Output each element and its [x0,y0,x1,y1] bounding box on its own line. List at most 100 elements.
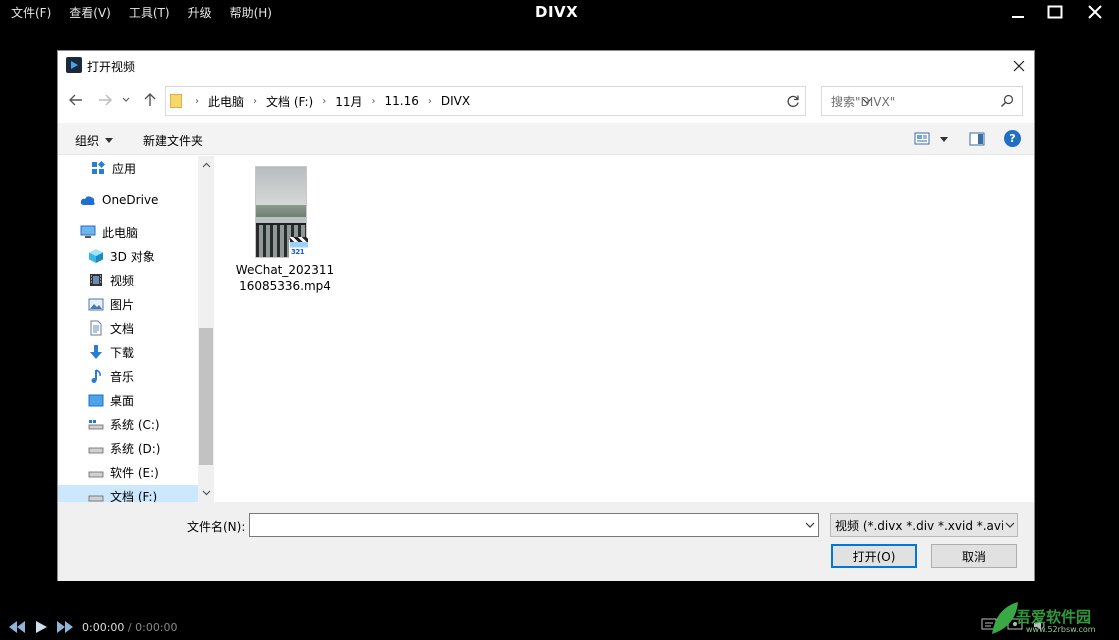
tree-item-drive-f[interactable]: 文档 (F:) [58,485,198,502]
dialog-close-button[interactable] [1008,55,1030,77]
rewind-button[interactable] [8,614,26,640]
tree-label: 应用 [112,161,137,176]
arrow-left-icon [69,94,82,106]
drive-icon [88,440,104,456]
up-button[interactable] [140,90,160,110]
menu-view[interactable]: 查看(V) [69,4,111,21]
tree-item-documents[interactable]: 文档 [88,317,134,339]
breadcrumb-this-pc[interactable]: 此电脑 [208,93,244,110]
tree-item-drive-e[interactable]: 软件 (E:) [88,461,159,483]
tree-label: 此电脑 [102,225,139,240]
preview-pane-button[interactable] [969,132,985,149]
tree-item-downloads[interactable]: 下载 [88,341,134,363]
filename-dropdown-button[interactable] [801,515,819,535]
tree-label: 下载 [110,345,135,360]
dialog-title: 打开视频 [87,60,136,74]
chevron-right-icon[interactable]: › [253,96,257,107]
chevron-right-icon[interactable]: › [195,96,199,107]
fast-forward-icon [57,621,73,633]
tree-label: 音乐 [110,369,135,384]
file-list[interactable]: 321 WeChat_20231116085336.mp4 [215,156,1034,502]
refresh-button[interactable] [781,86,806,116]
chevron-right-icon[interactable]: › [322,96,326,107]
chevron-right-icon[interactable]: › [372,96,376,107]
tree-item-drive-c[interactable]: 系统 (C:) [88,413,160,435]
scroll-thumb[interactable] [199,328,213,465]
filename-input[interactable] [249,513,819,537]
cancel-button[interactable]: 取消 [931,544,1017,568]
maximize-button[interactable] [1038,0,1072,24]
music-icon [88,368,104,384]
chevron-down-icon [202,490,210,496]
back-button[interactable] [66,90,86,110]
minimize-icon [1012,16,1024,18]
refresh-icon [787,95,799,108]
tree-item-videos[interactable]: 视频 [88,269,134,291]
tree-item-music[interactable]: 音乐 [88,365,134,387]
tree-item-desktop[interactable]: 桌面 [88,389,134,411]
file-type-select[interactable]: 视频 (*.divx *.div *.xvid *.avi * [830,513,1018,537]
tree-item-drive-d[interactable]: 系统 (D:) [88,437,160,459]
desktop-icon [88,392,104,408]
new-folder-button[interactable]: 新建文件夹 [143,132,203,149]
help-button[interactable]: ? [1004,130,1021,147]
play-icon [36,621,47,633]
tree-label: 桌面 [110,393,135,408]
document-icon [88,320,104,336]
watermark-logo: 吾爱软件园 www.52rbsw.com [990,598,1116,640]
cloud-icon [80,192,96,208]
filename-label: 文件名(N): [187,520,246,534]
cube-icon [88,248,104,264]
navigation-scrollbar[interactable] [198,156,214,502]
breadcrumb-drive-f[interactable]: 文档 (F:) [266,93,313,110]
fast-forward-button[interactable] [56,614,74,640]
open-button[interactable]: 打开(O) [831,544,917,568]
file-item[interactable]: 321 WeChat_20231116085336.mp4 [235,164,335,296]
command-bar: 组织 新建文件夹 ? [58,123,1034,155]
tree-label: 文档 (F:) [110,489,158,503]
tree-label: 软件 (E:) [110,465,159,480]
new-folder-label: 新建文件夹 [143,134,204,148]
file-type-value: 视频 (*.divx *.div *.xvid *.avi * [835,518,1003,533]
tree-item-apps[interactable]: 应用 [90,157,136,179]
menu-upgrade[interactable]: 升级 [188,4,212,21]
play-button[interactable] [34,614,48,640]
scroll-down-button[interactable] [198,486,214,500]
tree-item-pictures[interactable]: 图片 [88,293,134,315]
menu-tools[interactable]: 工具(T) [129,4,170,21]
change-view-button[interactable] [914,132,948,146]
search-box[interactable]: 搜索"DIVX" [821,86,1023,116]
breadcrumb-divx[interactable]: DIVX [441,94,470,108]
tree-label: 图片 [110,297,135,312]
forward-button[interactable] [95,90,115,110]
tree-item-this-pc[interactable]: 此电脑 [80,221,138,243]
watermark-url: www.52rbsw.com [1026,625,1096,634]
caret-down-icon [940,136,948,142]
breadcrumb-11-16[interactable]: 11.16 [385,94,419,108]
arrow-right-icon [99,94,112,106]
breadcrumb-november[interactable]: 11月 [335,93,362,110]
organize-button[interactable]: 组织 [75,132,114,149]
tree-item-onedrive[interactable]: OneDrive [80,189,158,211]
playback-controls: 0:00:00 / 0:00:00 [0,614,1119,640]
video-file-icon: 321 [289,237,309,258]
chevron-right-icon[interactable]: › [428,96,432,107]
tree-item-3d-objects[interactable]: 3D 对象 [88,245,155,267]
close-button[interactable] [1078,0,1112,24]
search-icon[interactable] [996,90,1018,112]
apps-icon [90,160,106,176]
tree-label: 系统 (C:) [110,417,160,432]
tree-label: 文档 [110,321,135,336]
dialog-footer: 文件名(N): 视频 (*.divx *.div *.xvid *.avi * … [58,502,1034,581]
recent-locations-button[interactable] [120,90,132,110]
help-icon: ? [1009,132,1016,145]
drive-icon [88,488,104,502]
address-bar[interactable]: › 此电脑 › 文档 (F:) › 11月 › 11.16 › DIVX [165,86,872,116]
drive-icon [88,464,104,480]
menu-help[interactable]: 帮助(H) [230,4,272,21]
chevron-up-icon [202,162,210,168]
watermark-text: 吾爱软件园 [1016,608,1092,626]
minimize-button[interactable] [1001,0,1035,24]
scroll-up-button[interactable] [198,158,214,172]
menu-file[interactable]: 文件(F) [11,4,51,21]
